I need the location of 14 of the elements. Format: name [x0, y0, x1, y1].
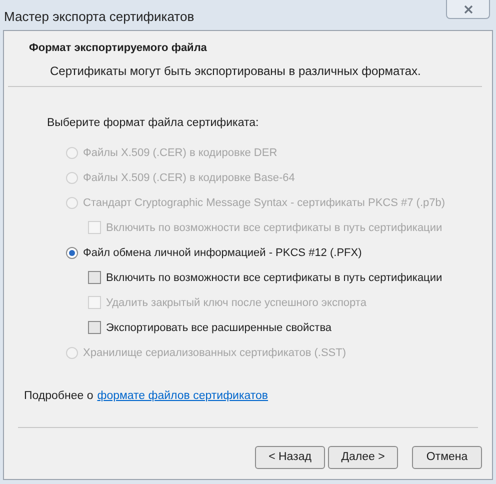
prompt-label: Выберите формат файла сертификата: — [47, 116, 260, 131]
more-info-label: Подробнее о — [24, 388, 94, 404]
close-button[interactable] — [446, 0, 490, 19]
option-checkbox[interactable]: Включить по возможности все сертификаты в путь сертификации — [47, 265, 492, 290]
option-checkbox[interactable]: Экспортировать все расширенные свойства — [47, 315, 492, 340]
back-button[interactable]: < Назад — [255, 446, 325, 469]
next-button[interactable]: Далее > — [328, 446, 398, 469]
format-radio[interactable]: Файл обмена личной информацией - PKCS #12 (.PFX) — [47, 240, 492, 266]
cancel-button[interactable]: Отмена — [412, 446, 482, 469]
page-heading: Формат экспортируемого файла — [29, 41, 208, 56]
format-help-link[interactable]: формате файлов сертификатов — [97, 388, 268, 405]
close-icon — [464, 4, 472, 14]
window-title: Мастер экспорта сертификатов — [4, 8, 194, 26]
page-description: Сертификаты могут быть экспортированы в различных форматах. — [49, 62, 422, 80]
